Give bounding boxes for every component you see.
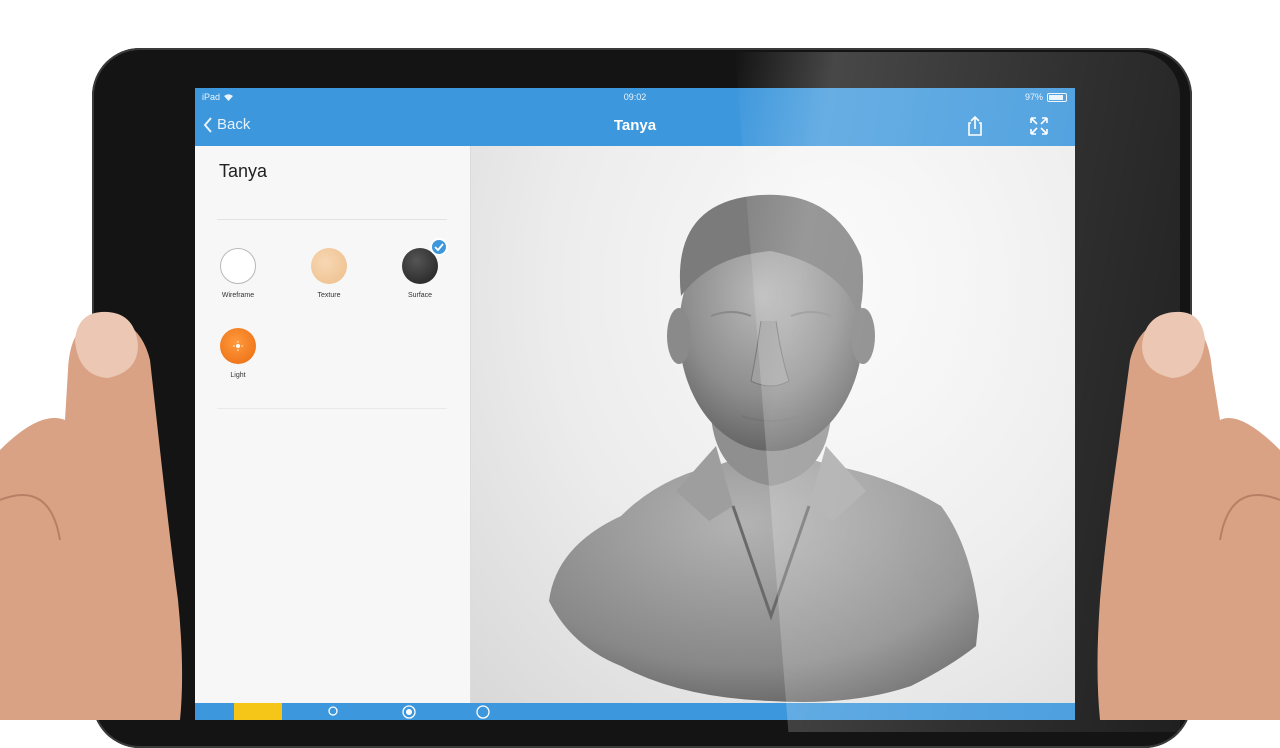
selected-check-icon — [430, 238, 448, 256]
3d-bust-model — [549, 194, 979, 702]
circle-icon[interactable] — [401, 704, 417, 720]
mode-wireframe[interactable]: Wireframe — [198, 248, 278, 299]
mode-light[interactable]: Light — [198, 328, 278, 379]
bottom-toolbar — [195, 703, 1075, 720]
wireframe-swatch — [220, 248, 256, 284]
battery-icon — [1047, 92, 1067, 102]
share-icon[interactable] — [963, 114, 987, 138]
mode-label: Light — [230, 372, 246, 379]
status-bar: iPad 09:02 97% — [195, 88, 1075, 106]
sun-icon — [233, 341, 243, 351]
expand-icon[interactable] — [1027, 114, 1051, 138]
right-hand — [1097, 311, 1280, 720]
navigation-bar: Back Tanya — [195, 106, 1075, 146]
mode-label: Wireframe — [221, 292, 255, 299]
left-hand — [0, 311, 183, 720]
nav-title: Tanya — [613, 117, 657, 134]
status-time: 09:02 — [623, 92, 647, 102]
person-icon[interactable] — [325, 704, 341, 720]
mode-label: Texture — [317, 292, 341, 299]
battery-percent: 97% — [1024, 92, 1043, 102]
status-right: 97% — [1025, 92, 1067, 102]
folder-icon[interactable] — [234, 703, 282, 720]
sidebar: Tanya Wireframe Texture Surface Light — [195, 146, 471, 720]
info-icon[interactable] — [475, 704, 491, 720]
3d-model-viewport[interactable] — [471, 146, 1075, 704]
divider — [217, 408, 447, 409]
surface-swatch — [402, 238, 448, 284]
model-name: Tanya — [219, 161, 268, 181]
app-screen: iPad 09:02 97% Back Tanya Tanya Wirefram… — [195, 88, 1075, 720]
light-swatch — [220, 328, 256, 364]
texture-swatch — [311, 248, 347, 284]
divider — [217, 219, 447, 220]
mode-surface[interactable]: Surface — [380, 238, 460, 299]
mode-label: Surface — [407, 292, 433, 299]
mode-texture[interactable]: Texture — [289, 248, 369, 299]
